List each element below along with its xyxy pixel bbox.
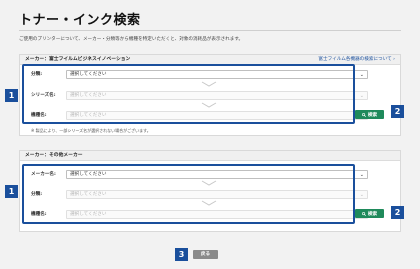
other-panel-heading-text: メーカー：その他メーカー xyxy=(25,153,83,158)
other-form-badge: 1 xyxy=(5,185,18,198)
other-panel-heading: メーカー：その他メーカー xyxy=(20,151,400,161)
chevron-down-icon: ⌄ xyxy=(359,191,364,198)
title-divider xyxy=(19,30,401,31)
fuji-form-highlight xyxy=(22,64,355,124)
page-title: トナー・インク検索 xyxy=(19,13,141,28)
other-search-button[interactable]: 検索 xyxy=(355,209,384,218)
chevron-down-icon: ⌄ xyxy=(359,71,364,78)
chevron-down-icon: ⌄ xyxy=(359,92,364,99)
fuji-series-note: ※ 製品により、一部シリーズ名が選択されない場合がございます。 xyxy=(31,128,151,133)
intro-text: ご使用のプリンターについて、メーカー・分類等から機種を特定いただくと、対象の消耗… xyxy=(19,37,244,42)
chevron-down-icon: ⌄ xyxy=(359,171,364,178)
fujifilm-panel-heading-text: メーカー：富士フイルムビジネスイノベーション xyxy=(25,57,131,62)
search-icon xyxy=(361,112,366,117)
fuji-search-badge: 2 xyxy=(391,105,404,118)
other-search-badge: 2 xyxy=(391,206,404,219)
fuji-search-label: 検索 xyxy=(367,112,378,118)
back-badge: 3 xyxy=(175,248,188,261)
fuji-form-badge: 1 xyxy=(5,89,18,102)
back-button[interactable]: 戻る xyxy=(193,250,218,259)
other-search-label: 検索 xyxy=(367,211,378,217)
other-form-highlight xyxy=(22,164,355,224)
fuji-search-button[interactable]: 検索 xyxy=(355,110,384,119)
search-icon xyxy=(361,211,366,216)
